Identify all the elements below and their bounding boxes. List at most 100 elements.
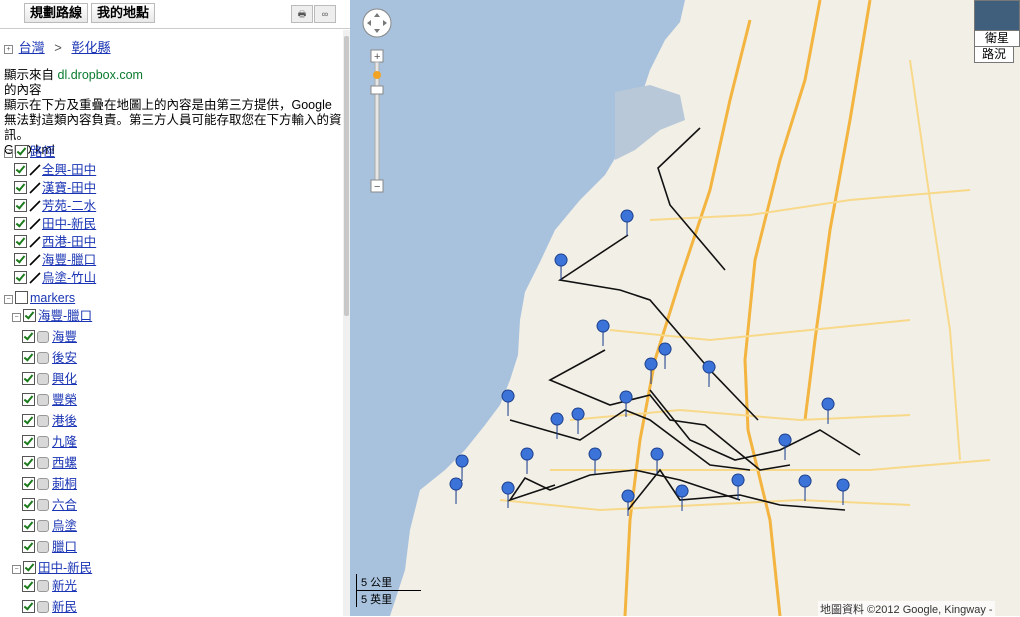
layer-checkbox[interactable] xyxy=(14,163,27,176)
layer-checkbox[interactable] xyxy=(22,393,35,406)
marker-item[interactable]: 海豐 xyxy=(22,328,77,346)
marker-item[interactable]: 九隆 xyxy=(22,433,77,451)
print-icon[interactable]: 🖶 xyxy=(291,5,313,23)
layer-checkbox[interactable] xyxy=(14,217,27,230)
marker-label[interactable]: 九隆 xyxy=(52,435,77,449)
map-view[interactable]: + − 衛星 路況 xyxy=(350,0,1020,616)
layer-label[interactable]: 路徑 xyxy=(30,145,55,159)
layer-markers[interactable]: − markers xyxy=(4,289,75,307)
path-item[interactable]: 海豐-臘口 xyxy=(14,251,96,269)
group-label[interactable]: 海豐-臘口 xyxy=(38,309,92,323)
panel-scrollbar[interactable] xyxy=(343,30,350,616)
panel-tabs: 規劃路線 我的地點 🖶 ∞ xyxy=(0,0,350,29)
path-item[interactable]: 全興-田中 xyxy=(14,161,96,179)
collapse-icon[interactable]: − xyxy=(12,313,21,322)
layer-checkbox[interactable] xyxy=(14,181,27,194)
marker-label[interactable]: 興化 xyxy=(52,372,77,386)
layer-checkbox[interactable] xyxy=(14,235,27,248)
path-item[interactable]: 烏塗-竹山 xyxy=(14,269,96,287)
marker-item[interactable]: 臘口 xyxy=(22,538,77,556)
marker-label[interactable]: 後安 xyxy=(52,351,77,365)
layer-checkbox[interactable] xyxy=(22,435,35,448)
marker-label[interactable]: 六合 xyxy=(52,498,77,512)
marker-label[interactable]: 新民 xyxy=(52,600,77,614)
layer-checkbox[interactable] xyxy=(14,199,27,212)
breadcrumb-root[interactable]: 台灣 xyxy=(19,40,45,55)
marker-item[interactable]: 莿桐 xyxy=(22,475,77,493)
map-attribution: 地圖資料 ©2012 Google, Kingway - xyxy=(818,601,995,617)
collapse-icon[interactable]: − xyxy=(12,565,21,574)
path-label[interactable]: 芳苑-二水 xyxy=(42,199,96,213)
layer-checkbox[interactable] xyxy=(15,291,28,304)
collapse-icon[interactable]: − xyxy=(4,149,13,158)
marker-label[interactable]: 新光 xyxy=(52,579,77,593)
path-label[interactable]: 田中-新民 xyxy=(42,217,96,231)
marker-icon xyxy=(37,478,49,490)
layer-checkbox[interactable] xyxy=(22,372,35,385)
pan-control[interactable] xyxy=(362,8,392,38)
path-item[interactable]: 芳苑-二水 xyxy=(14,197,96,215)
marker-group[interactable]: − 田中-新民 xyxy=(12,559,92,577)
breadcrumb: + 台灣 > 彰化縣 xyxy=(4,37,111,56)
marker-icon xyxy=(37,415,49,427)
scrollbar-thumb[interactable] xyxy=(344,36,349,316)
layer-checkbox[interactable] xyxy=(23,561,36,574)
layer-checkbox[interactable] xyxy=(22,519,35,532)
marker-label[interactable]: 豐榮 xyxy=(52,393,77,407)
path-label[interactable]: 漢寶-田中 xyxy=(42,181,96,195)
path-label[interactable]: 西港-田中 xyxy=(42,235,96,249)
source-link[interactable]: dl.dropbox.com xyxy=(58,68,143,82)
marker-icon xyxy=(37,541,49,553)
marker-item[interactable]: 後安 xyxy=(22,349,77,367)
layer-checkbox[interactable] xyxy=(22,351,35,364)
marker-label[interactable]: 海豐 xyxy=(52,330,77,344)
group-label[interactable]: 田中-新民 xyxy=(38,561,92,575)
marker-item[interactable]: 六合 xyxy=(22,496,77,514)
path-item[interactable]: 漢寶-田中 xyxy=(14,179,96,197)
layer-checkbox[interactable] xyxy=(22,540,35,553)
marker-item[interactable]: 港後 xyxy=(22,412,77,430)
path-label[interactable]: 海豐-臘口 xyxy=(42,253,96,267)
my-maps-tab[interactable]: 我的地點 xyxy=(91,3,156,23)
layer-checkbox[interactable] xyxy=(22,330,35,343)
link-icon[interactable]: ∞ xyxy=(314,5,336,23)
marker-item[interactable]: 新民 xyxy=(22,598,77,616)
collapse-icon[interactable]: − xyxy=(4,295,13,304)
marker-item[interactable]: 興化 xyxy=(22,370,77,388)
breadcrumb-current[interactable]: 彰化縣 xyxy=(71,40,110,55)
satellite-thumbnail[interactable] xyxy=(974,0,1020,32)
expand-icon[interactable]: + xyxy=(4,45,13,54)
marker-label[interactable]: 港後 xyxy=(52,414,77,428)
path-item[interactable]: 田中-新民 xyxy=(14,215,96,233)
layer-checkbox[interactable] xyxy=(14,253,27,266)
layer-checkbox[interactable] xyxy=(22,456,35,469)
layer-checkbox[interactable] xyxy=(22,477,35,490)
layer-checkbox[interactable] xyxy=(22,600,35,613)
layer-paths[interactable]: − 路徑 xyxy=(4,143,55,161)
layer-checkbox[interactable] xyxy=(22,498,35,511)
layer-checkbox[interactable] xyxy=(14,271,27,284)
marker-icon xyxy=(37,580,49,592)
layer-checkbox[interactable] xyxy=(22,579,35,592)
marker-item[interactable]: 豐榮 xyxy=(22,391,77,409)
marker-item[interactable]: 新光 xyxy=(22,577,77,595)
marker-label[interactable]: 臘口 xyxy=(52,540,77,554)
pegman-icon[interactable] xyxy=(373,71,381,79)
layer-label[interactable]: markers xyxy=(30,291,75,305)
marker-label[interactable]: 西螺 xyxy=(52,456,77,470)
satellite-button[interactable]: 衛星 xyxy=(974,30,1020,47)
path-item[interactable]: 西港-田中 xyxy=(14,233,96,251)
marker-item[interactable]: 西螺 xyxy=(22,454,77,472)
layer-checkbox[interactable] xyxy=(22,414,35,427)
layer-checkbox[interactable] xyxy=(23,309,36,322)
traffic-button[interactable]: 路況 xyxy=(974,46,1014,63)
marker-label[interactable]: 烏塗 xyxy=(52,519,77,533)
layer-checkbox[interactable] xyxy=(15,145,28,158)
marker-item[interactable]: 烏塗 xyxy=(22,517,77,535)
directions-tab[interactable]: 規劃路線 xyxy=(24,3,89,23)
map-canvas[interactable]: + − xyxy=(350,0,1020,616)
path-label[interactable]: 全興-田中 xyxy=(42,163,96,177)
marker-group[interactable]: − 海豐-臘口 xyxy=(12,307,92,325)
marker-label[interactable]: 莿桐 xyxy=(52,477,77,491)
path-label[interactable]: 烏塗-竹山 xyxy=(42,271,96,285)
